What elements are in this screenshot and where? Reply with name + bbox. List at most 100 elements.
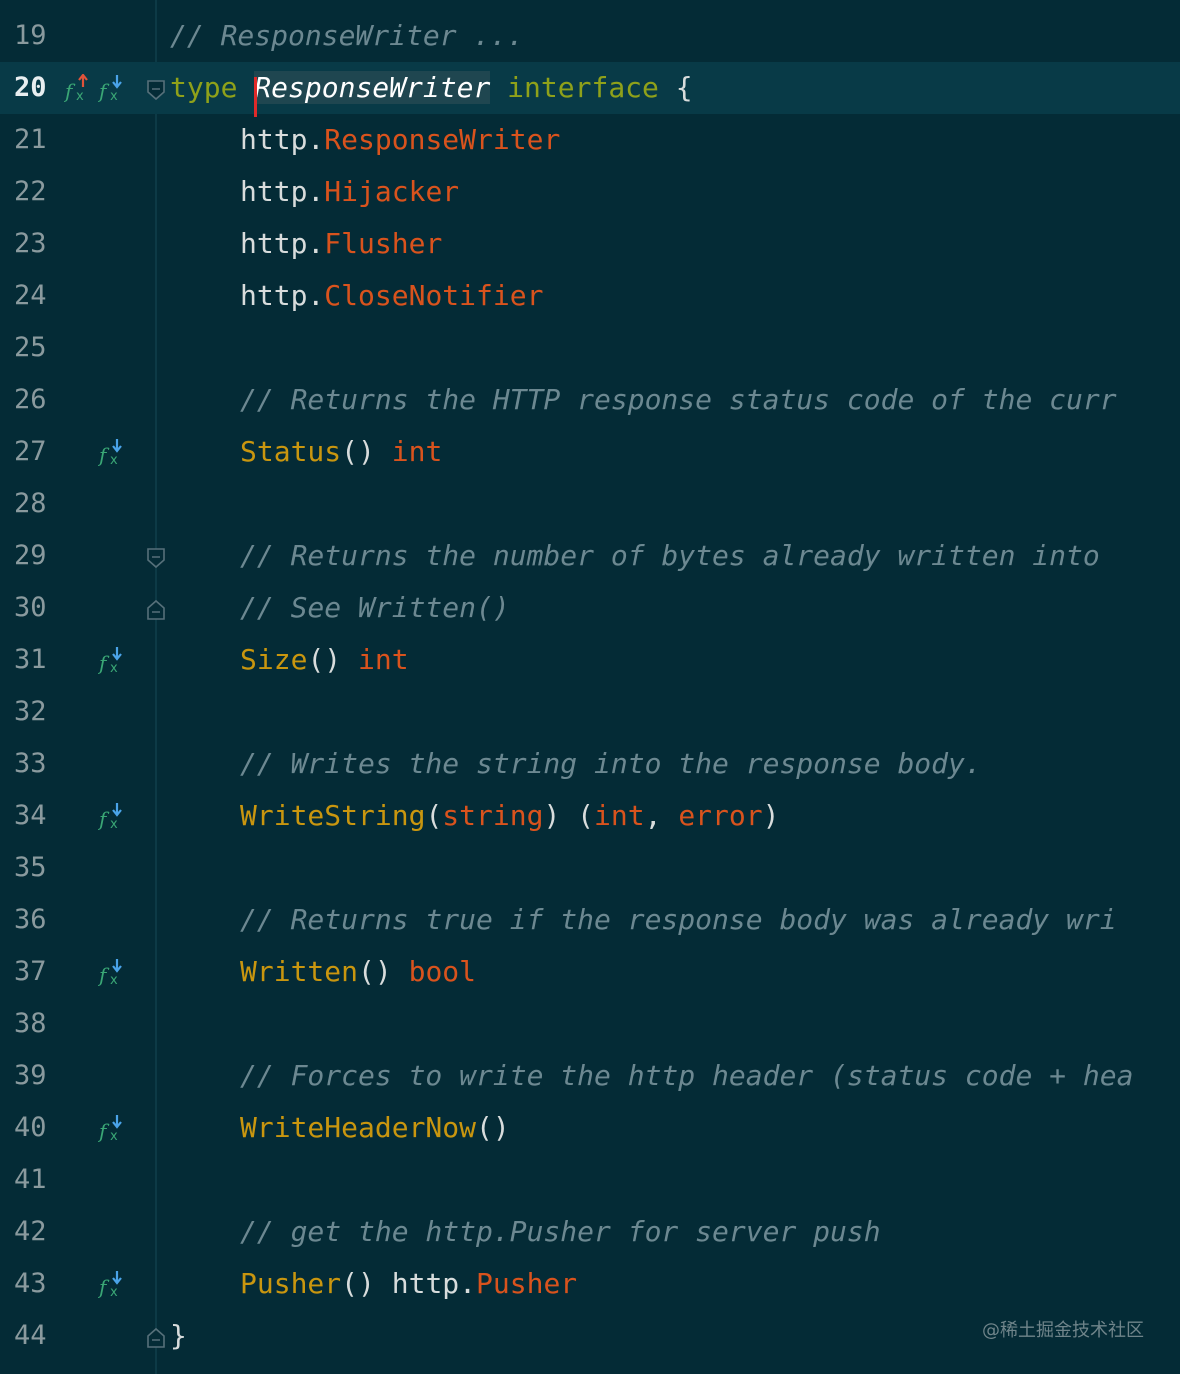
code-token: ) ( [543,799,595,832]
implemented-method-down-icon[interactable]: fx [97,1270,126,1300]
code-token: } [170,1319,187,1352]
code-token: Written [240,955,359,988]
code-line[interactable]: 41 [0,1154,1180,1206]
code-editor[interactable]: 19// ResponseWriter ... 20 f x f x type Respon… [0,0,1180,1374]
code-token: Status [240,435,342,468]
code-line[interactable]: 42 // get the http.Pusher for server push [0,1206,1180,1258]
implemented-method-down-icon[interactable]: fx [97,646,126,676]
code-line[interactable]: 26 // Returns the HTTP response status co… [0,374,1180,426]
code-text[interactable]: Status() int [170,426,442,478]
code-line[interactable]: 25 [0,322,1180,374]
code-line[interactable]: 40 f x WriteHeaderNow() [0,1102,1180,1154]
code-line[interactable]: 33 // Writes the string into the response… [0,738,1180,790]
svg-text:f: f [64,79,76,102]
implemented-method-down-icon[interactable]: fx [97,802,126,832]
code-token: http. [240,123,325,156]
code-token: () [358,955,409,988]
code-token: () [341,435,392,468]
code-token: http. [240,279,325,312]
code-line[interactable]: 21 http.ResponseWriter [0,114,1180,166]
code-line[interactable]: 29 // Returns the number of bytes already… [0,530,1180,582]
code-text[interactable]: WriteHeaderNow() [170,1102,510,1154]
svg-text:f: f [98,443,110,466]
code-line[interactable]: 20 f x f x type ResponseWriter interface { [0,62,1180,117]
implemented-method-down-icon[interactable]: fx [97,958,126,988]
overriding-method-up-icon[interactable]: fx [63,73,92,104]
line-number: 36 [14,904,47,935]
code-line[interactable]: 43 f x Pusher() http.Pusher [0,1258,1180,1310]
fold-close-icon[interactable] [146,596,166,620]
code-line[interactable]: 37 f x Written() bool [0,946,1180,998]
code-line[interactable]: 28 [0,478,1180,530]
code-text[interactable]: // Returns the HTTP response status code… [170,374,1117,426]
line-number: 41 [14,1164,47,1195]
implemented-method-down-icon[interactable]: fx [97,74,126,104]
code-line[interactable]: 31 f x Size() int [0,634,1180,686]
code-line[interactable]: 34 f x WriteString(string) (int, error) [0,790,1180,842]
code-token: // See Written() [240,591,510,624]
code-line[interactable]: 30 // See Written() [0,582,1180,634]
line-number: 39 [14,1060,47,1091]
code-token: // Writes the string into the response b… [240,747,982,780]
code-line[interactable]: 36 // Returns true if the response body w… [0,894,1180,946]
code-line[interactable]: 38 [0,998,1180,1050]
code-text[interactable]: // ResponseWriter ... [170,10,524,62]
line-number: 27 [14,436,47,467]
code-text[interactable]: Size() int [170,634,409,686]
code-text[interactable]: // Returns the number of bytes already w… [170,530,1100,582]
code-text[interactable]: WriteString(string) (int, error) [170,790,779,842]
line-number: 25 [14,332,47,363]
code-token: Hijacker [324,175,460,208]
code-text[interactable]: // See Written() [170,582,510,634]
code-token: int [594,799,645,832]
code-token: http. [240,227,325,260]
code-line[interactable]: 32 [0,686,1180,738]
fold-open-icon[interactable] [146,76,166,101]
line-number: 30 [14,592,47,623]
code-token: type [170,71,238,104]
code-token: // Returns the number of bytes already w… [240,539,1100,572]
code-token: // Returns the HTTP response status code… [240,383,1117,416]
code-text[interactable]: // Returns true if the response body was… [170,894,1117,946]
code-text[interactable]: // Writes the string into the response b… [170,738,982,790]
svg-text:x: x [76,89,84,102]
code-token: { [658,71,693,104]
code-token: CloseNotifier [324,279,544,312]
code-line[interactable]: 39 // Forces to write the http header (st… [0,1050,1180,1102]
code-token: http. [240,175,325,208]
code-line[interactable]: 24 http.CloseNotifier [0,270,1180,322]
code-text[interactable]: } [170,1310,187,1362]
code-line[interactable]: 23 http.Flusher [0,218,1180,270]
code-text[interactable]: http.ResponseWriter [170,114,560,166]
implemented-method-down-icon[interactable]: fx [97,438,126,468]
line-number: 33 [14,748,47,779]
code-line[interactable]: 27 f x Status() int [0,426,1180,478]
line-number: 38 [14,1008,47,1039]
code-token: Pusher [476,1267,578,1300]
line-number: 29 [14,540,47,571]
code-token: Flusher [324,227,443,260]
code-token: () [307,643,359,676]
code-line[interactable]: 22 http.Hijacker [0,166,1180,218]
code-text[interactable]: // Forces to write the http header (stat… [170,1050,1133,1102]
fold-close-icon[interactable] [146,1324,166,1348]
svg-text:x: x [110,89,118,102]
code-text[interactable]: http.Hijacker [170,166,459,218]
line-number: 20 [14,72,47,103]
code-text[interactable]: http.Flusher [170,218,442,270]
line-number: 32 [14,696,47,727]
svg-text:x: x [110,817,118,830]
code-text[interactable]: type ResponseWriter interface { [170,62,693,117]
code-line[interactable]: 19 // ResponseWriter ... [0,10,1180,62]
code-text[interactable]: // get the http.Pusher for server push [170,1206,881,1258]
code-token: // ResponseWriter ... [170,19,525,52]
fold-open-icon[interactable] [146,544,166,569]
svg-text:x: x [110,973,118,986]
watermark: @稀土掘金技术社区 [982,1320,1144,1341]
code-line[interactable]: 35 [0,842,1180,894]
code-text[interactable]: Written() bool [170,946,476,998]
implemented-method-down-icon[interactable]: fx [97,1114,126,1144]
code-text[interactable]: Pusher() http.Pusher [170,1258,577,1310]
code-text[interactable]: http.CloseNotifier [170,270,543,322]
